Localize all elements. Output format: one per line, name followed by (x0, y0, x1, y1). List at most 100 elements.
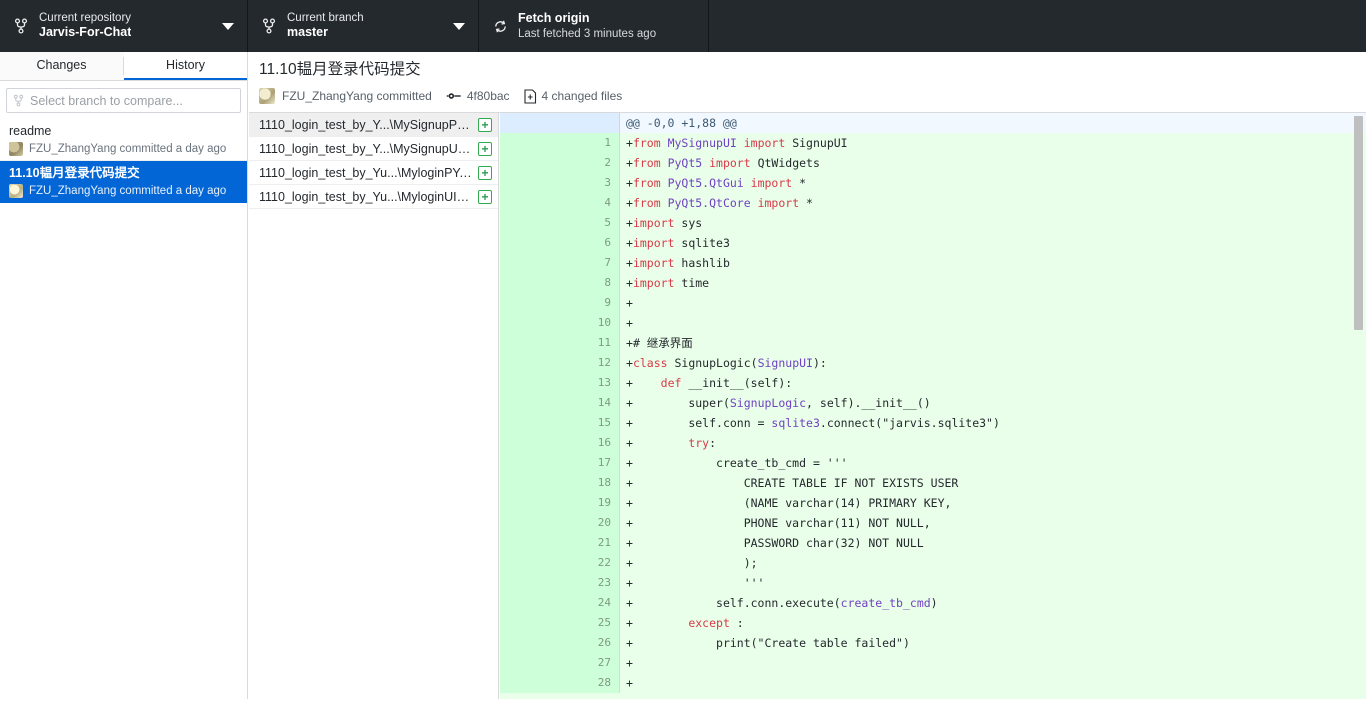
current-branch-button[interactable]: Current branch master (248, 0, 479, 52)
diff-line-code: + ''' (626, 576, 765, 590)
diff-gutter-old (500, 633, 560, 653)
diff-gutter-old (500, 113, 560, 133)
diff-gutter-old (500, 333, 560, 353)
diff-line-code: + (626, 676, 633, 690)
diff-line: 13 + def __init__(self): (500, 373, 1366, 393)
diff-line: 24 + self.conn.execute(create_tb_cmd) (500, 593, 1366, 613)
diff-line: 25 + except : (500, 613, 1366, 633)
diff-gutter-new: 10 (560, 313, 620, 333)
diff-line: 17 + create_tb_cmd = ''' (500, 453, 1366, 473)
diff-gutter-old (500, 653, 560, 673)
compare-branch-wrap: Select branch to compare... (0, 81, 247, 119)
table-row[interactable]: 1110_login_test_by_Y...\MySignupUI.py + (249, 137, 498, 161)
diff-line-code: + (626, 316, 633, 330)
diff-scrollbar[interactable] (1351, 113, 1366, 702)
diff-line-code: + PHONE varchar(11) NOT NULL, (626, 516, 931, 530)
diff-line: 2 +from PyQt5 import QtWidgets (500, 153, 1366, 173)
diff-gutter-new: 18 (560, 473, 620, 493)
file-path: 1110_login_test_by_Y...\MySignupPY.py (259, 117, 472, 132)
diff-gutter-old (500, 493, 560, 513)
history-item-title: 11.10韫月登录代码提交 (9, 166, 140, 180)
diff-line-code: + try: (626, 436, 717, 450)
diff-gutter-old (500, 133, 560, 153)
commit-author: FZU_ZhangYang committed (282, 89, 432, 103)
diff-line-code: +from MySignupUI import SignupUI (626, 136, 848, 150)
diff-line-code: + self.conn = sqlite3.connect("jarvis.sq… (626, 416, 1000, 430)
commit-header: 11.10韫月登录代码提交 FZU_ZhangYang committed 4f… (249, 52, 1366, 113)
repo-branch-icon (12, 15, 30, 37)
fetch-origin-button[interactable]: Fetch origin Last fetched 3 minutes ago (479, 0, 709, 52)
table-row[interactable]: 1110_login_test_by_Yu...\MyloginUI.py + (249, 185, 498, 209)
diff-gutter-old (500, 533, 560, 553)
chevron-down-icon (453, 23, 465, 30)
diff-line-code: + ); (626, 556, 758, 570)
diff-gutter-old (500, 193, 560, 213)
diff-line-code: +import sqlite3 (626, 236, 730, 250)
tab-history-label: History (166, 58, 205, 72)
tab-changes-label: Changes (36, 58, 87, 72)
diff-line-code: + (NAME varchar(14) PRIMARY KEY, (626, 496, 952, 510)
current-repository-value: Jarvis-For-Chat (39, 25, 132, 40)
diff-viewer[interactable]: @@ -0,0 +1,88 @@ 1 +from MySignupUI import… (500, 113, 1366, 702)
diff-line-code: + CREATE TABLE IF NOT EXISTS USER (626, 476, 959, 490)
table-row[interactable]: 1110_login_test_by_Y...\MySignupPY.py + (249, 113, 498, 137)
diff-line: 22 + ); (500, 553, 1366, 573)
diff-gutter-new: 6 (560, 233, 620, 253)
diff-line-code: + def __init__(self): (626, 376, 793, 390)
diff-line: 7 +import hashlib (500, 253, 1366, 273)
list-item[interactable]: 11.10韫月登录代码提交 FZU_ZhangYang committed a … (0, 161, 247, 203)
diff-gutter-new: 5 (560, 213, 620, 233)
diff-gutter-old (500, 453, 560, 473)
tab-changes[interactable]: Changes (0, 52, 123, 80)
commit-meta: FZU_ZhangYang committed 4f80bac 4 change… (259, 88, 1356, 104)
diff-line-code: +# 继承界面 (626, 336, 693, 350)
diff-gutter-new: 16 (560, 433, 620, 453)
toolbar-filler (709, 0, 1366, 52)
tab-history[interactable]: History (124, 52, 247, 80)
diff-gutter-new (560, 113, 620, 133)
diff-gutter-old (500, 213, 560, 233)
compare-branch-input[interactable]: Select branch to compare... (6, 88, 241, 113)
diff-line-code: +import hashlib (626, 256, 730, 270)
diff-line-code: + print("Create table failed") (626, 636, 910, 650)
commit-sha-group[interactable]: 4f80bac (446, 89, 510, 103)
diff-gutter-new: 12 (560, 353, 620, 373)
diff-line: 16 + try: (500, 433, 1366, 453)
diff-line-code: +import sys (626, 216, 703, 230)
diff-gutter-new: 11 (560, 333, 620, 353)
diff-line: 27 + (500, 653, 1366, 673)
history-item-meta-text: FZU_ZhangYang committed a day ago (29, 185, 227, 197)
diff-gutter-new: 9 (560, 293, 620, 313)
diff-gutter-old (500, 153, 560, 173)
diff-gutter-new: 14 (560, 393, 620, 413)
table-row[interactable]: 1110_login_test_by_Yu...\MyloginPY.py + (249, 161, 498, 185)
diff-gutter-old (500, 233, 560, 253)
diff-gutter-old (500, 413, 560, 433)
diff-gutter-old (500, 573, 560, 593)
commit-sha: 4f80bac (466, 89, 510, 103)
diff-scrollbar-thumb[interactable] (1354, 116, 1363, 330)
diff-line-code: +import time (626, 276, 710, 290)
status-badge: + (478, 117, 492, 132)
history-item-meta: FZU_ZhangYang committed a day ago (9, 141, 239, 157)
diff-gutter-old (500, 313, 560, 333)
diff-line-code: + super(SignupLogic, self).__init__() (626, 396, 931, 410)
diff-line-code: +from PyQt5.QtGui import * (626, 176, 807, 190)
diff-line: 20 + PHONE varchar(11) NOT NULL, (500, 513, 1366, 533)
diff-gutter-new: 1 (560, 133, 620, 153)
chevron-down-icon (222, 23, 234, 30)
changed-files-list: 1110_login_test_by_Y...\MySignupPY.py + … (249, 113, 499, 702)
diff-line: 15 + self.conn = sqlite3.connect("jarvis.… (500, 413, 1366, 433)
diff-gutter-new: 25 (560, 613, 620, 633)
diff-gutter-old (500, 353, 560, 373)
diff-hunk-text: @@ -0,0 +1,88 @@ (626, 116, 737, 130)
list-item[interactable]: readme FZU_ZhangYang committed a day ago (0, 119, 247, 161)
fetch-origin-sub: Last fetched 3 minutes ago (518, 27, 657, 40)
diff-gutter-old (500, 253, 560, 273)
avatar (9, 184, 23, 198)
branch-icon (13, 94, 24, 107)
sync-icon (491, 15, 509, 37)
diff-gutter-new: 2 (560, 153, 620, 173)
current-repository-button[interactable]: Current repository Jarvis-For-Chat (0, 0, 248, 52)
history-list: readme FZU_ZhangYang committed a day ago… (0, 119, 247, 203)
